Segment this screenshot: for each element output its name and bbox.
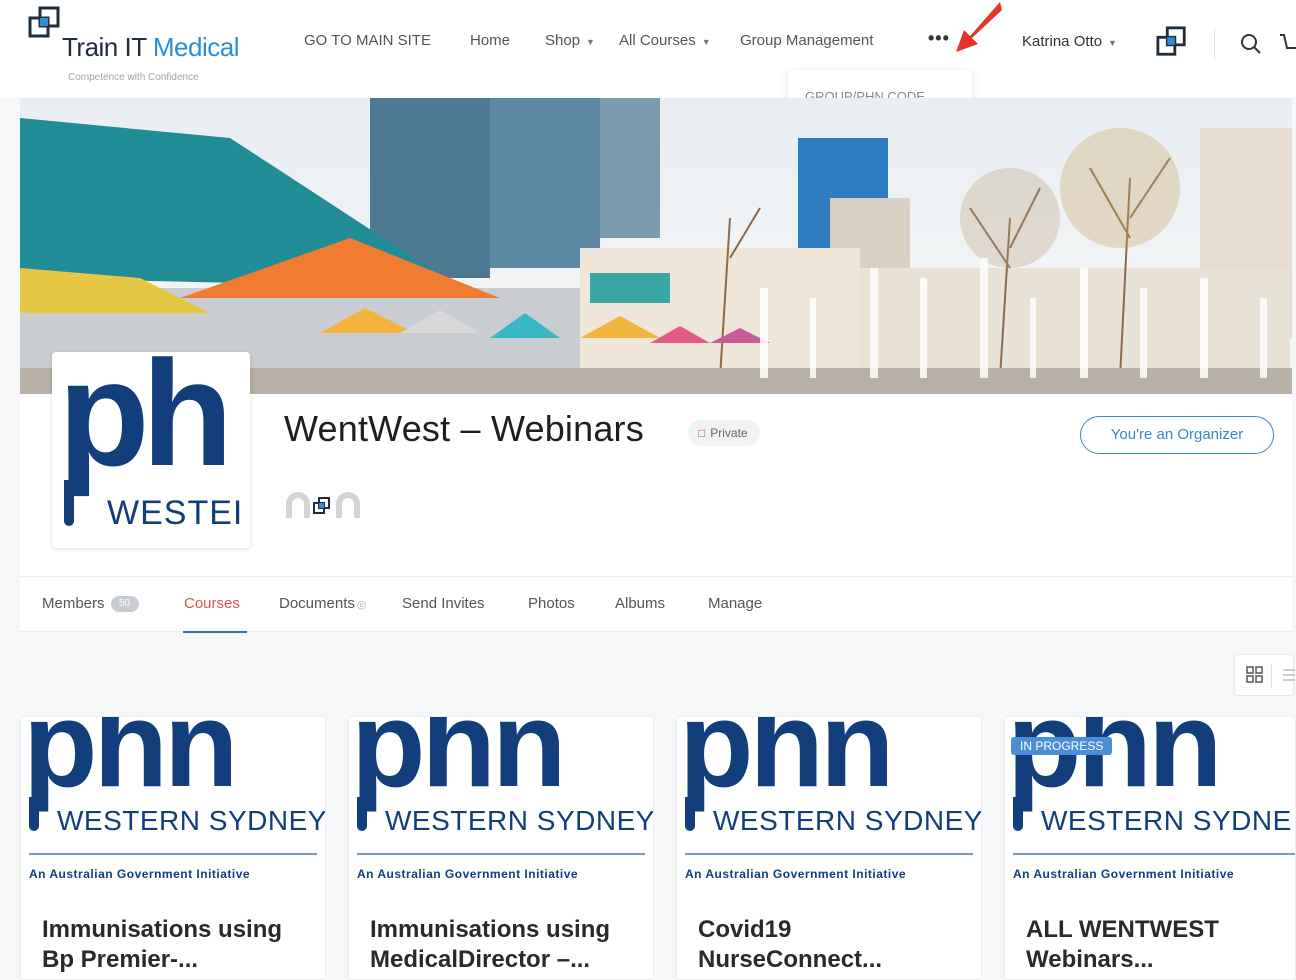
member-avatar-icon[interactable] <box>286 492 310 518</box>
logo-divider <box>1013 853 1295 855</box>
course-thumbnail[interactable]: phn WESTERN SYDNEY An Australian Governm… <box>21 717 325 887</box>
brand-tagline: Competence with Confidence <box>68 72 199 83</box>
annotation-arrow-icon <box>956 2 1002 52</box>
privacy-badge: □ Private <box>688 420 760 446</box>
course-title[interactable]: Immunisations using Bp Premier-... <box>42 915 312 975</box>
phn-region-text: WESTERN SYDNEY <box>385 805 653 836</box>
logo-divider <box>29 853 317 855</box>
brand-name: Train IT Medical <box>62 32 239 62</box>
course-title[interactable]: ALL WENTWEST Webinars... <box>1026 915 1295 975</box>
nav-all-courses[interactable]: All Courses ▼ <box>619 32 711 49</box>
course-title[interactable]: Immunisations using MedicalDirector –... <box>370 915 640 975</box>
tab-documents[interactable]: Documents ◎ <box>279 595 366 612</box>
group-avatar-subtext: WESTEI <box>107 494 244 532</box>
site-logo[interactable]: Train IT Medical Competence with Confide… <box>24 4 284 90</box>
course-card[interactable]: phn WESTERN SYDNEY An Australian Governm… <box>676 716 982 980</box>
chevron-down-icon: ▼ <box>1108 38 1117 48</box>
course-card[interactable]: phn WESTERN SYDNEY An Australian Governm… <box>348 716 654 980</box>
chevron-down-icon: ▼ <box>586 37 595 47</box>
phn-region-text: WESTERN SYDNEY <box>713 805 981 836</box>
nav-group-management[interactable]: Group Management <box>740 32 873 49</box>
tab-photos[interactable]: Photos <box>528 595 575 612</box>
logo-divider <box>685 853 973 855</box>
member-avatar-icon[interactable] <box>336 492 360 518</box>
logo-mark-icon <box>28 6 60 38</box>
view-toggle <box>1234 654 1295 696</box>
logo-bar <box>64 480 74 526</box>
group-avatar-logo: ph <box>58 352 233 497</box>
logo-bar <box>29 797 39 831</box>
cart-icon[interactable] <box>1280 33 1296 55</box>
in-progress-badge: IN PROGRESS <box>1011 737 1113 755</box>
group-avatar: ph WESTEI <box>52 352 250 548</box>
course-title[interactable]: Covid19 NurseConnect... <box>698 915 968 975</box>
course-card[interactable]: phn WESTERN SYDNE An Australian Governme… <box>1004 716 1296 980</box>
course-grid: phn WESTERN SYDNEY An Australian Governm… <box>20 716 1296 980</box>
group-organizers-avatars[interactable] <box>284 490 374 520</box>
logo-bar <box>685 797 695 831</box>
organizer-avatar-icon[interactable] <box>313 497 330 514</box>
gov-initiative-text: An Australian Government Initiative <box>685 867 907 881</box>
group-cover-photo <box>20 98 1292 394</box>
course-card[interactable]: phn WESTERN SYDNEY An Australian Governm… <box>20 716 326 980</box>
header-divider <box>1214 28 1215 60</box>
user-avatar-icon[interactable] <box>1156 26 1188 58</box>
logo-bar <box>357 797 367 831</box>
organizer-button[interactable]: You're an Organizer <box>1080 416 1274 454</box>
phn-logo-text: phn <box>679 717 895 812</box>
tab-members[interactable]: Members 50 <box>42 595 139 613</box>
phn-region-text: WESTERN SYDNE <box>1041 805 1292 836</box>
nav-main-site[interactable]: GO TO MAIN SITE <box>304 32 431 49</box>
gov-initiative-text: An Australian Government Initiative <box>29 867 251 881</box>
phn-logo-text: phn <box>1007 717 1223 812</box>
active-tab-indicator <box>183 631 247 633</box>
user-menu[interactable]: Katrina Otto ▼ <box>1022 33 1117 50</box>
grid-view-icon[interactable] <box>1246 666 1264 684</box>
tab-courses[interactable]: Courses <box>184 595 240 612</box>
nav-home[interactable]: Home <box>470 32 510 49</box>
course-thumbnail[interactable]: phn WESTERN SYDNEY An Australian Governm… <box>349 717 653 887</box>
phn-logo-text: phn <box>23 717 239 812</box>
gov-initiative-text: An Australian Government Initiative <box>1013 867 1235 881</box>
course-thumbnail[interactable]: phn WESTERN SYDNE An Australian Governme… <box>1005 717 1295 887</box>
phn-logo-text: phn <box>351 717 567 812</box>
nav-shop[interactable]: Shop ▼ <box>545 32 595 49</box>
logo-bar <box>1013 797 1023 831</box>
phn-region-text: WESTERN SYDNEY <box>57 805 325 836</box>
course-thumbnail[interactable]: phn WESTERN SYDNEY An Australian Governm… <box>677 717 981 887</box>
lock-icon: □ <box>698 426 706 440</box>
chevron-down-icon: ▼ <box>701 37 711 47</box>
site-header: Train IT Medical Competence with Confide… <box>0 0 1296 124</box>
toggle-divider <box>1271 663 1272 689</box>
group-title: WentWest – Webinars <box>284 408 644 449</box>
tab-albums[interactable]: Albums <box>615 595 665 612</box>
document-icon: ◎ <box>356 599 367 611</box>
tab-manage[interactable]: Manage <box>708 595 762 612</box>
list-view-icon[interactable] <box>1283 667 1295 683</box>
tab-send-invites[interactable]: Send Invites <box>402 595 485 612</box>
members-count-badge: 50 <box>110 596 139 613</box>
more-menu-button[interactable]: ••• <box>928 28 950 49</box>
group-tabs: Members 50 Courses Documents ◎ Send Invite… <box>20 576 1292 633</box>
gov-initiative-text: An Australian Government Initiative <box>357 867 579 881</box>
search-icon[interactable] <box>1240 33 1262 55</box>
logo-divider <box>357 853 645 855</box>
